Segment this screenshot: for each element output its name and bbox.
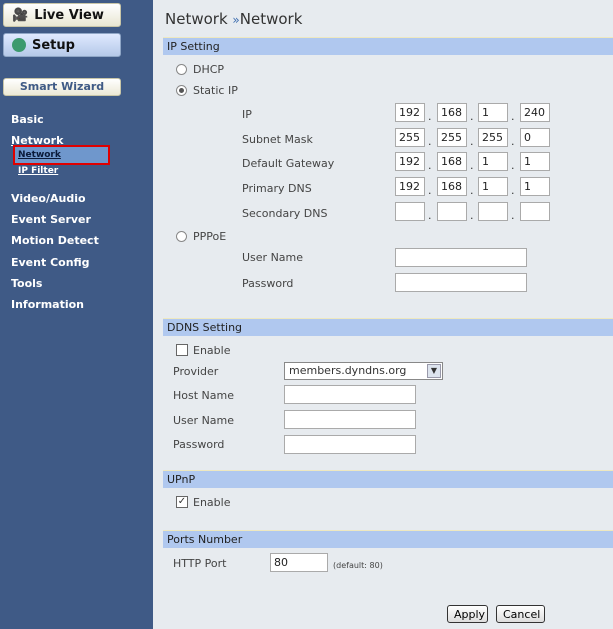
octet-separator: . bbox=[511, 110, 515, 123]
page-title: Network »Network bbox=[165, 10, 303, 28]
octet-separator: . bbox=[511, 184, 515, 197]
ports-header: Ports Number bbox=[163, 530, 613, 548]
ip-label: IP bbox=[242, 108, 252, 121]
secondary-dns-octet-1[interactable] bbox=[395, 202, 425, 221]
nav-information[interactable]: Information bbox=[11, 298, 84, 311]
host-name-label: Host Name bbox=[173, 389, 234, 402]
http-port-label: HTTP Port bbox=[173, 557, 227, 570]
upnp-header: UPnP bbox=[163, 470, 613, 488]
secondary-dns-octet-3[interactable] bbox=[478, 202, 508, 221]
ddns-user-input[interactable] bbox=[284, 410, 416, 429]
ip-octet-2[interactable] bbox=[437, 103, 467, 122]
octet-separator: . bbox=[470, 159, 474, 172]
chevron-down-icon: ▼ bbox=[427, 364, 441, 378]
nav-motion-detect[interactable]: Motion Detect bbox=[11, 234, 99, 247]
nav-network-network[interactable]: Network bbox=[18, 150, 61, 160]
secondary-dns-label: Secondary DNS bbox=[242, 207, 328, 220]
dhcp-radio[interactable] bbox=[176, 64, 187, 75]
octet-separator: . bbox=[428, 135, 432, 148]
nav-tools[interactable]: Tools bbox=[11, 277, 42, 290]
subnet-mask-octet-4[interactable] bbox=[520, 128, 550, 147]
ddns-user-label: User Name bbox=[173, 414, 235, 427]
default-gateway-octet-4[interactable] bbox=[520, 152, 550, 171]
secondary-dns-octet-4[interactable] bbox=[520, 202, 550, 221]
nav-basic[interactable]: Basic bbox=[11, 113, 44, 126]
setup-button[interactable]: Setup bbox=[3, 33, 121, 57]
primary-dns-octet-3[interactable] bbox=[478, 177, 508, 196]
octet-separator: . bbox=[470, 110, 474, 123]
camera-icon: 🎥 bbox=[12, 7, 29, 23]
nav-video-audio[interactable]: Video/Audio bbox=[11, 192, 86, 205]
nav-event-config[interactable]: Event Config bbox=[11, 256, 90, 269]
pppoe-radio[interactable] bbox=[176, 231, 187, 242]
octet-separator: . bbox=[470, 209, 474, 222]
default-port-note: (default: 80) bbox=[333, 561, 383, 570]
static-ip-radio[interactable] bbox=[176, 85, 187, 96]
octet-separator: . bbox=[470, 135, 474, 148]
ip-setting-header: IP Setting bbox=[163, 37, 613, 55]
ddns-password-label: Password bbox=[173, 438, 225, 451]
octet-separator: . bbox=[511, 135, 515, 148]
ddns-header: DDNS Setting bbox=[163, 318, 613, 336]
smart-wizard-button[interactable]: Smart Wizard bbox=[3, 78, 121, 96]
octet-separator: . bbox=[428, 184, 432, 197]
ddns-password-input[interactable] bbox=[284, 435, 416, 454]
subnet-mask-label: Subnet Mask bbox=[242, 133, 313, 146]
primary-dns-octet-4[interactable] bbox=[520, 177, 550, 196]
cancel-button[interactable]: Cancel bbox=[496, 605, 545, 623]
host-name-input[interactable] bbox=[284, 385, 416, 404]
provider-label: Provider bbox=[173, 365, 219, 378]
ddns-enable-checkbox[interactable] bbox=[176, 344, 188, 356]
pppoe-label: PPPoE bbox=[193, 230, 227, 243]
octet-separator: . bbox=[428, 209, 432, 222]
primary-dns-octet-2[interactable] bbox=[437, 177, 467, 196]
default-gateway-octet-1[interactable] bbox=[395, 152, 425, 171]
primary-dns-octet-1[interactable] bbox=[395, 177, 425, 196]
ip-octet-1[interactable] bbox=[395, 103, 425, 122]
subnet-mask-octet-2[interactable] bbox=[437, 128, 467, 147]
ip-octet-3[interactable] bbox=[478, 103, 508, 122]
subnet-mask-octet-1[interactable] bbox=[395, 128, 425, 147]
ddns-enable-label: Enable bbox=[193, 344, 231, 357]
octet-separator: . bbox=[511, 159, 515, 172]
pppoe-user-input[interactable] bbox=[395, 248, 527, 267]
octet-separator: . bbox=[511, 209, 515, 222]
octet-separator: . bbox=[428, 159, 432, 172]
default-gateway-label: Default Gateway bbox=[242, 157, 335, 170]
provider-select[interactable]: members.dyndns.org ▼ bbox=[284, 362, 443, 380]
default-gateway-octet-2[interactable] bbox=[437, 152, 467, 171]
subnet-mask-octet-3[interactable] bbox=[478, 128, 508, 147]
http-port-input[interactable] bbox=[270, 553, 328, 572]
pppoe-password-label: Password bbox=[242, 277, 294, 290]
default-gateway-octet-3[interactable] bbox=[478, 152, 508, 171]
upnp-enable-label: Enable bbox=[193, 496, 231, 509]
pppoe-password-input[interactable] bbox=[395, 273, 527, 292]
secondary-dns-octet-2[interactable] bbox=[437, 202, 467, 221]
nav-event-server[interactable]: Event Server bbox=[11, 213, 91, 226]
static-ip-label: Static IP bbox=[193, 84, 238, 97]
pppoe-user-label: User Name bbox=[242, 251, 304, 264]
octet-separator: . bbox=[470, 184, 474, 197]
setup-icon bbox=[12, 38, 26, 52]
primary-dns-label: Primary DNS bbox=[242, 182, 312, 195]
octet-separator: . bbox=[428, 110, 432, 123]
nav-ip-filter[interactable]: IP Filter bbox=[18, 166, 58, 176]
apply-button[interactable]: Apply bbox=[447, 605, 488, 623]
live-view-button[interactable]: 🎥 Live View bbox=[3, 3, 121, 27]
sidebar: 🎥 Live View Setup Smart Wizard Basic Netw… bbox=[0, 0, 153, 629]
ip-octet-4[interactable] bbox=[520, 103, 550, 122]
dhcp-label: DHCP bbox=[193, 63, 225, 76]
upnp-enable-checkbox[interactable]: ✓ bbox=[176, 496, 188, 508]
